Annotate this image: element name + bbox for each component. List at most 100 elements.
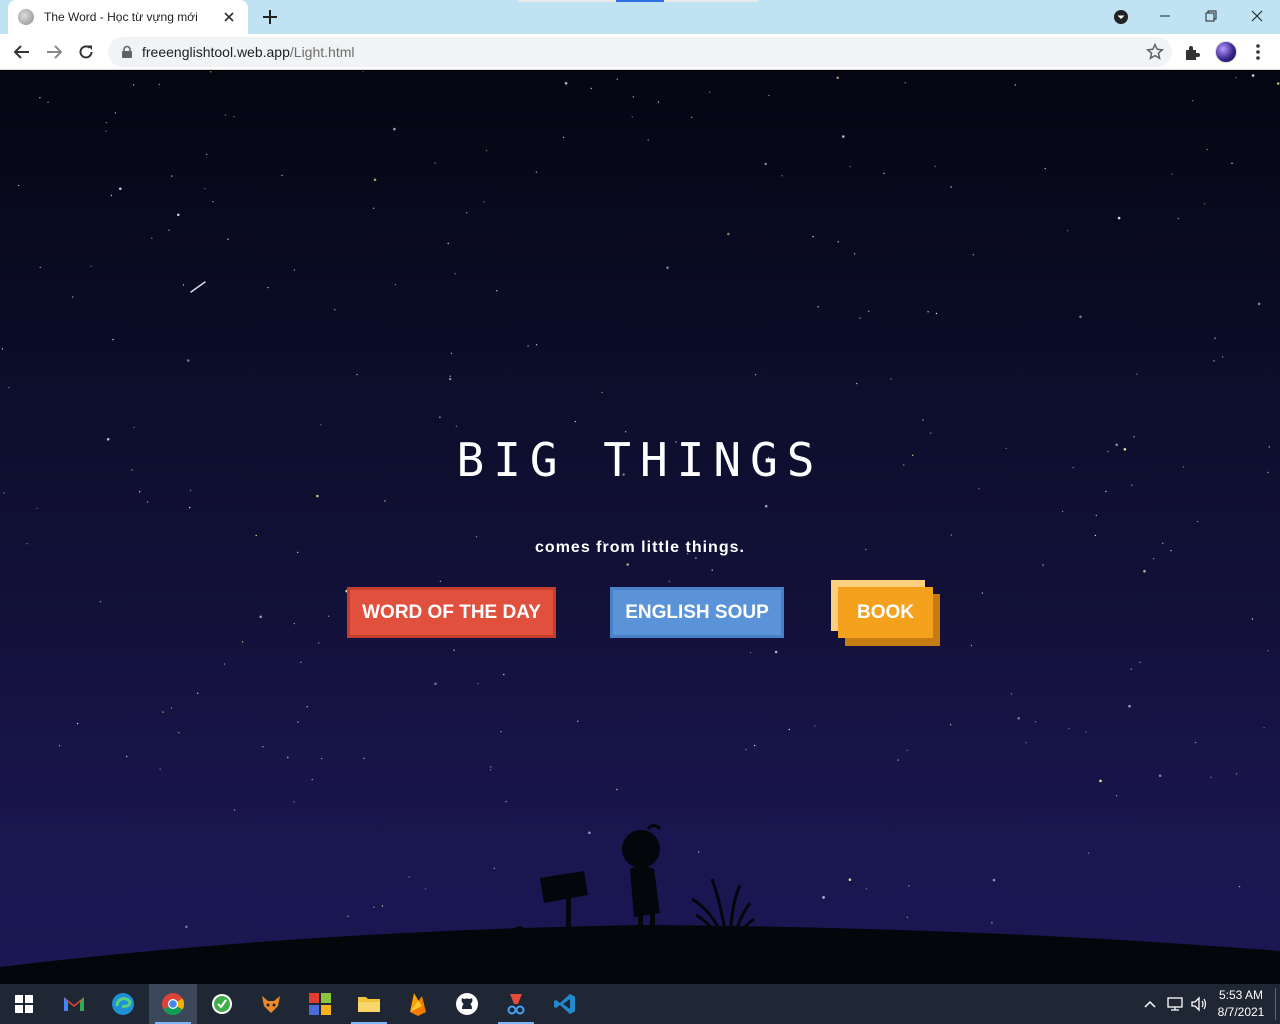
star: [564, 82, 568, 85]
star: [1194, 741, 1197, 744]
forward-button[interactable]: [40, 38, 68, 66]
gmail-icon: [64, 997, 84, 1011]
minimize-button[interactable]: [1143, 4, 1187, 28]
star: [577, 720, 579, 722]
back-button[interactable]: [8, 38, 36, 66]
taskbar-app-squares[interactable]: [296, 984, 344, 1024]
star: [146, 501, 149, 503]
star: [1152, 558, 1155, 560]
star: [327, 615, 330, 617]
star: [306, 706, 308, 708]
star: [904, 82, 906, 84]
taskbar-vscode[interactable]: [541, 984, 589, 1024]
tab-search-icon[interactable]: [1112, 8, 1130, 26]
star: [601, 391, 603, 394]
tab-favicon-icon: [18, 9, 34, 25]
start-button[interactable]: [0, 984, 48, 1024]
star: [814, 725, 816, 727]
star: [934, 165, 936, 168]
star: [485, 149, 488, 152]
star: [935, 312, 938, 315]
star: [1191, 100, 1194, 102]
star: [212, 201, 214, 203]
book-button-label: BOOK: [838, 587, 933, 638]
restore-button[interactable]: [1189, 4, 1233, 28]
star: [1251, 74, 1255, 77]
new-tab-button[interactable]: [258, 5, 282, 29]
star: [527, 345, 529, 347]
book-button[interactable]: BOOK: [831, 580, 941, 646]
volume-button[interactable]: [1188, 984, 1210, 1024]
star: [768, 94, 770, 97]
taskbar-chrome[interactable]: [149, 984, 197, 1024]
star: [1099, 779, 1102, 783]
star: [496, 290, 498, 292]
star: [224, 114, 227, 116]
system-clock[interactable]: 5:53 AM 8/7/2021: [1212, 987, 1270, 1021]
star: [503, 673, 505, 676]
profile-avatar[interactable]: [1215, 41, 1237, 63]
tab-close-icon[interactable]: [220, 8, 238, 26]
star: [812, 236, 814, 238]
star: [393, 127, 396, 131]
word-of-the-day-button[interactable]: WORD OF THE DAY: [347, 587, 556, 638]
star: [171, 175, 173, 177]
star: [490, 769, 492, 771]
star: [849, 165, 851, 168]
bookmark-star-icon[interactable]: [1146, 43, 1164, 61]
star: [1171, 173, 1173, 175]
close-window-button[interactable]: [1235, 4, 1279, 28]
tray-overflow-button[interactable]: [1140, 984, 1160, 1024]
show-desktop-button[interactable]: [1275, 988, 1276, 1020]
star: [320, 424, 322, 426]
more-menu-icon[interactable]: [1250, 41, 1266, 63]
star: [151, 237, 153, 239]
star: [753, 744, 756, 747]
star: [281, 174, 283, 177]
star: [76, 722, 79, 725]
shooting-star: [190, 281, 206, 293]
star: [1158, 774, 1162, 777]
taskbar-app-green[interactable]: [198, 984, 246, 1024]
star: [259, 615, 263, 619]
star: [1136, 373, 1138, 375]
star: [1214, 337, 1216, 339]
address-bar[interactable]: freeenglishtool.web.app/Light.html: [108, 37, 1172, 67]
english-soup-button[interactable]: ENGLISH SOUP: [610, 587, 784, 638]
star: [950, 186, 952, 188]
star: [450, 352, 453, 355]
taskbar-edge[interactable]: [99, 984, 147, 1024]
signpost-silhouette: [512, 871, 588, 931]
github-icon: [456, 993, 478, 1015]
star: [293, 622, 295, 625]
star: [1257, 302, 1261, 306]
star: [927, 311, 929, 313]
star: [439, 580, 442, 582]
star: [883, 172, 885, 175]
star: [197, 692, 199, 694]
star: [189, 506, 191, 509]
star: [981, 592, 984, 594]
star: [262, 746, 264, 748]
extensions-puzzle-icon[interactable]: [1183, 42, 1203, 62]
taskbar-file-explorer[interactable]: [345, 984, 393, 1024]
browser-tab[interactable]: The Word - Học từ vựng mới: [8, 0, 248, 34]
star: [39, 97, 41, 99]
browser-toolbar: freeenglishtool.web.app/Light.html: [0, 34, 1280, 70]
taskbar-gmail[interactable]: [50, 984, 98, 1024]
taskbar-app-scissors[interactable]: [492, 984, 540, 1024]
star: [178, 731, 180, 734]
reload-button[interactable]: [72, 38, 100, 66]
taskbar-github[interactable]: [443, 984, 491, 1024]
star: [105, 130, 107, 132]
taskbar-firebase[interactable]: [394, 984, 442, 1024]
star: [182, 284, 185, 286]
star: [535, 344, 538, 346]
star: [112, 338, 114, 341]
network-button[interactable]: [1164, 984, 1186, 1024]
taskbar-app-fox[interactable]: [247, 984, 295, 1024]
star: [133, 84, 135, 86]
star: [1130, 668, 1133, 670]
star: [439, 416, 441, 418]
star: [695, 557, 697, 559]
